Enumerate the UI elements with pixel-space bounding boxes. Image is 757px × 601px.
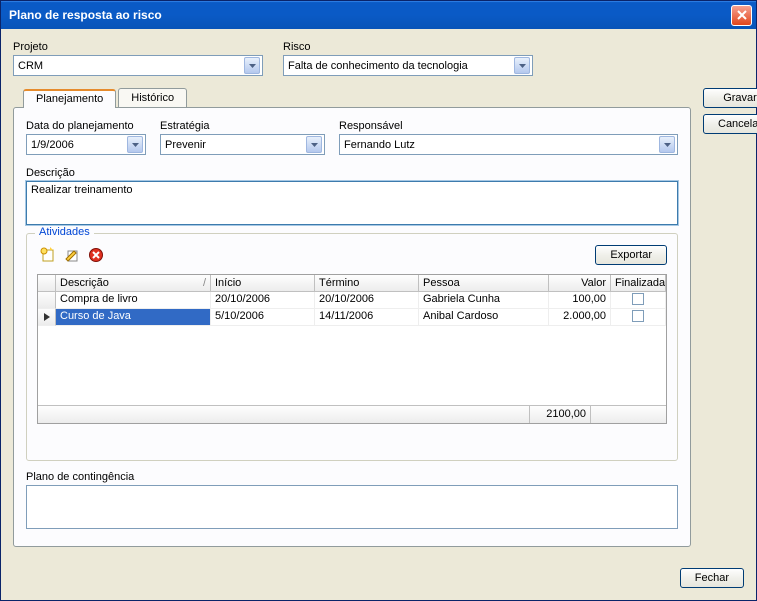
dialog-window: Plano de resposta ao risco Projeto CRM R… — [0, 0, 757, 601]
grid-header-finalizada[interactable]: Finalizada — [611, 275, 666, 291]
side-buttons: Gravar Cancelar — [703, 88, 757, 547]
data-group: Data do planejamento 1/9/2006 — [26, 120, 146, 155]
responsavel-value: Fernando Lutz — [344, 139, 659, 151]
grid-header-descricao[interactable]: Descrição / — [56, 275, 211, 291]
risco-group: Risco Falta de conhecimento da tecnologi… — [283, 41, 533, 76]
atividades-label: Atividades — [35, 226, 94, 238]
titlebar[interactable]: Plano de resposta ao risco — [1, 1, 756, 29]
contingencia-group: Plano de contingência — [26, 471, 678, 529]
top-row: Projeto CRM Risco Falta de conhecimento … — [13, 41, 744, 76]
data-value: 1/9/2006 — [31, 139, 127, 151]
header-text: Descrição — [60, 277, 109, 289]
cancelar-button[interactable]: Cancelar — [703, 114, 757, 134]
plan-row: Data do planejamento 1/9/2006 Estratégia… — [26, 120, 678, 155]
cell-valor: 2.000,00 — [549, 309, 611, 326]
new-button[interactable] — [37, 244, 59, 266]
dropdown-button[interactable] — [306, 136, 322, 153]
chevron-down-icon — [311, 143, 318, 147]
chevron-down-icon — [132, 143, 139, 147]
new-icon — [40, 247, 56, 263]
grid-sum: 2100,00 — [529, 406, 591, 423]
responsavel-label: Responsável — [339, 120, 678, 132]
dropdown-button[interactable] — [514, 57, 530, 74]
grid-header-valor[interactable]: Valor — [549, 275, 611, 291]
close-icon — [737, 10, 747, 20]
descricao-input[interactable] — [26, 181, 678, 225]
tab-body: Data do planejamento 1/9/2006 Estratégia… — [13, 107, 691, 547]
risco-label: Risco — [283, 41, 533, 53]
projeto-label: Projeto — [13, 41, 263, 53]
tab-panel: Planejamento Histórico Data do planejame… — [13, 88, 691, 547]
grid-header-termino[interactable]: Término — [315, 275, 419, 291]
content-area: Projeto CRM Risco Falta de conhecimento … — [1, 29, 756, 600]
cell-finalizada[interactable] — [611, 309, 666, 326]
exportar-button[interactable]: Exportar — [595, 245, 667, 265]
grid-header-pessoa[interactable]: Pessoa — [419, 275, 549, 291]
grid-rows: Compra de livro20/10/200620/10/2006Gabri… — [38, 292, 666, 405]
row-indicator — [38, 309, 56, 326]
close-button[interactable] — [731, 5, 752, 26]
table-row[interactable]: Compra de livro20/10/200620/10/2006Gabri… — [38, 292, 666, 309]
chevron-down-icon — [249, 64, 256, 68]
bottom-buttons: Fechar — [680, 568, 744, 588]
dropdown-button[interactable] — [659, 136, 675, 153]
contingencia-input[interactable] — [26, 485, 678, 529]
grid-footer: 2100,00 — [38, 405, 666, 423]
main-area: Planejamento Histórico Data do planejame… — [13, 88, 744, 547]
tab-strip: Planejamento Histórico — [23, 88, 691, 107]
cell-descricao: Compra de livro — [56, 292, 211, 309]
descricao-group: Descrição — [26, 167, 678, 225]
gravar-button[interactable]: Gravar — [703, 88, 757, 108]
delete-button[interactable] — [85, 244, 107, 266]
checkbox-icon[interactable] — [632, 293, 644, 305]
window-title: Plano de resposta ao risco — [9, 8, 731, 22]
cell-inicio: 5/10/2006 — [211, 309, 315, 326]
dropdown-button[interactable] — [127, 136, 143, 153]
fechar-button[interactable]: Fechar — [680, 568, 744, 588]
activities-toolbar: Exportar — [37, 244, 667, 266]
chevron-down-icon — [664, 143, 671, 147]
edit-button[interactable] — [61, 244, 83, 266]
risco-value: Falta de conhecimento da tecnologia — [288, 60, 514, 72]
projeto-select[interactable]: CRM — [13, 55, 263, 76]
edit-icon — [64, 247, 80, 263]
row-indicator — [38, 292, 56, 309]
data-select[interactable]: 1/9/2006 — [26, 134, 146, 155]
dropdown-button[interactable] — [244, 57, 260, 74]
contingencia-label: Plano de contingência — [26, 471, 678, 483]
projeto-value: CRM — [18, 60, 244, 72]
cell-pessoa: Gabriela Cunha — [419, 292, 549, 309]
risco-select[interactable]: Falta de conhecimento da tecnologia — [283, 55, 533, 76]
responsavel-select[interactable]: Fernando Lutz — [339, 134, 678, 155]
data-label: Data do planejamento — [26, 120, 146, 132]
grid-header: Descrição / Início Término Pessoa Valor … — [38, 275, 666, 292]
descricao-label: Descrição — [26, 167, 678, 179]
cell-inicio: 20/10/2006 — [211, 292, 315, 309]
grid-header-indicator[interactable] — [38, 275, 56, 291]
estrategia-value: Prevenir — [165, 139, 306, 151]
sort-indicator: / — [203, 277, 206, 289]
responsavel-group: Responsável Fernando Lutz — [339, 120, 678, 155]
cell-finalizada[interactable] — [611, 292, 666, 309]
chevron-down-icon — [519, 64, 526, 68]
tab-historico[interactable]: Histórico — [118, 88, 187, 107]
cell-descricao: Curso de Java — [56, 309, 211, 326]
delete-icon — [88, 247, 104, 263]
cell-valor: 100,00 — [549, 292, 611, 309]
cell-termino: 14/11/2006 — [315, 309, 419, 326]
estrategia-label: Estratégia — [160, 120, 325, 132]
cell-pessoa: Anibal Cardoso — [419, 309, 549, 326]
projeto-group: Projeto CRM — [13, 41, 263, 76]
atividades-group: Atividades — [26, 233, 678, 461]
checkbox-icon[interactable] — [632, 310, 644, 322]
estrategia-group: Estratégia Prevenir — [160, 120, 325, 155]
activities-grid[interactable]: Descrição / Início Término Pessoa Valor … — [37, 274, 667, 424]
estrategia-select[interactable]: Prevenir — [160, 134, 325, 155]
tab-planejamento[interactable]: Planejamento — [23, 89, 116, 108]
icon-toolbar — [37, 244, 107, 266]
table-row[interactable]: Curso de Java5/10/200614/11/2006Anibal C… — [38, 309, 666, 326]
grid-header-inicio[interactable]: Início — [211, 275, 315, 291]
cell-termino: 20/10/2006 — [315, 292, 419, 309]
